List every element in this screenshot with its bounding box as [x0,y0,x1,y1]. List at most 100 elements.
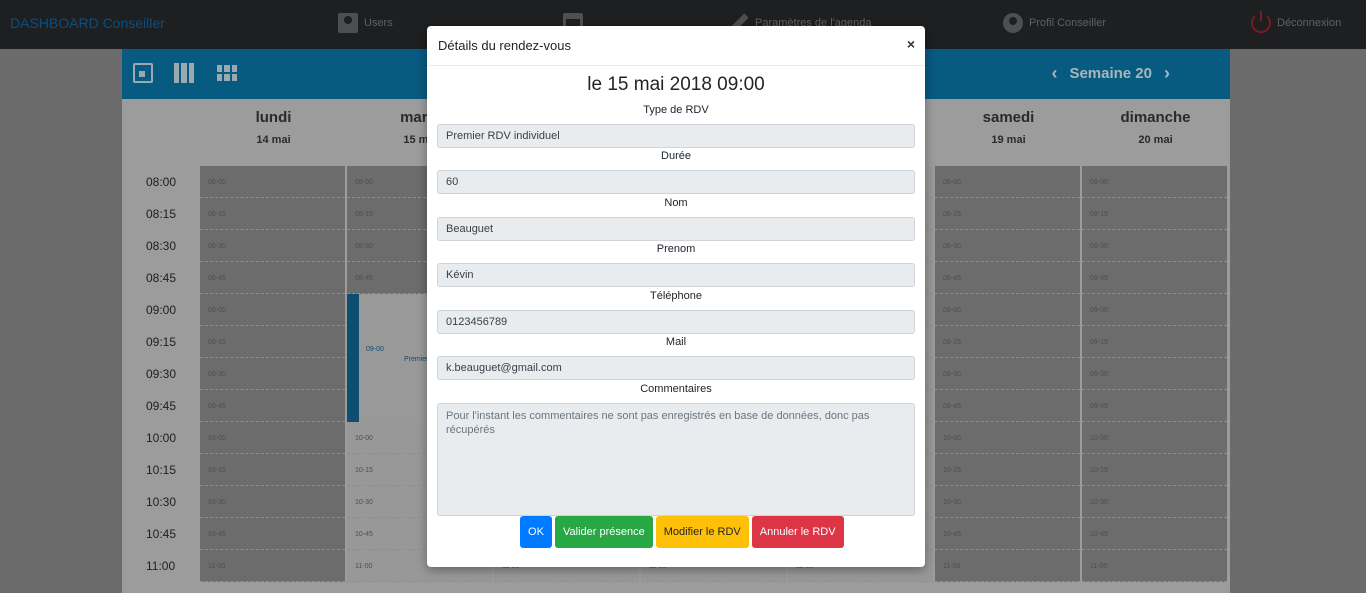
time-slot[interactable]: 09-45 [1082,390,1227,422]
type-field[interactable]: Premier RDV individuel [437,124,915,148]
time-slot[interactable]: 08-00 [1082,166,1227,198]
time-slot[interactable]: 10-00 [200,422,345,454]
time-slot[interactable]: 10-15 [935,454,1080,486]
time-slot[interactable]: 08-30 [935,230,1080,262]
time-slot[interactable]: 10-45 [1082,518,1227,550]
mail-label: Mail [665,336,687,348]
time-slot[interactable]: 08-00 [935,166,1080,198]
duration-field[interactable]: 60 [437,170,915,194]
firstname-field[interactable]: Kévin [437,263,915,287]
phone-label: Téléphone [650,290,702,302]
mail-field[interactable]: k.beauguet@gmail.com [437,356,915,380]
comments-textarea[interactable]: Pour l'instant les commentaires ne sont … [437,403,915,516]
chevron-left-icon[interactable]: ‹ [1051,63,1057,84]
time-slot[interactable]: 10-15 [1082,454,1227,486]
day-column: 08-0008-1508-3008-4509-0009-1509-3009-45… [200,166,345,593]
time-slot[interactable]: 09-15 [1082,326,1227,358]
day-date: 14 mai [256,134,291,146]
time-slot[interactable]: 08-30 [1082,230,1227,262]
phone-field[interactable]: 0123456789 [437,310,915,334]
chevron-right-icon[interactable]: › [1164,63,1170,84]
validate-presence-button[interactable]: Valider présence [555,516,653,548]
cancel-appointment-button[interactable]: Annuler le RDV [751,516,844,548]
close-icon[interactable]: × [907,36,915,52]
firstname-label: Prenom [656,243,696,255]
lastname-label: Nom [664,197,688,209]
time-label: 08:45 [146,271,177,285]
time-slot[interactable]: 11-00 [1082,550,1227,582]
time-slot[interactable]: 09-15 [200,326,345,358]
time-slot[interactable]: 10-00 [935,422,1080,454]
modify-appointment-button[interactable]: Modifier le RDV [655,516,749,548]
time-slot[interactable]: 10-00 [1082,422,1227,454]
time-slot[interactable]: 10-30 [935,486,1080,518]
type-label: Type de RDV [643,104,709,116]
time-slot[interactable]: 09-30 [200,358,345,390]
duration-label: Durée [661,150,691,162]
comments-label: Commentaires [640,383,712,395]
day-name: lundi [255,109,292,126]
ok-button[interactable]: OK [520,516,552,548]
time-slot[interactable]: 10-30 [200,486,345,518]
modal-title: Détails du rendez-vous [438,38,571,53]
day-name: samedi [982,109,1035,126]
month-view-icon[interactable] [217,63,237,83]
time-label: 08:15 [146,207,177,221]
day-column: 08-0008-1508-3008-4509-0009-1509-3009-45… [1082,166,1227,593]
day-date: 20 mai [1138,134,1173,146]
time-slot[interactable]: 11-00 [935,550,1080,582]
time-slot[interactable]: 08-15 [200,198,345,230]
time-column: 08:00 08:15 08:30 08:45 09:00 09:15 09:30 09:45… [122,166,200,582]
time-slot[interactable]: 11-00 [200,550,345,582]
lastname-field[interactable]: Beauguet [437,217,915,241]
appointment-modal: Détails du rendez-vous × le 15 mai 2018 … [427,26,925,567]
time-slot[interactable]: 09-00 [1082,294,1227,326]
power-icon [1251,11,1271,33]
time-label: 08:30 [146,239,177,253]
time-slot[interactable]: 10-30 [1082,486,1227,518]
nav-logout-label: Déconnexion [1277,17,1342,29]
week-navigator: ‹ Semaine 20 › [1051,63,1170,84]
brand-link[interactable]: DASHBOARD Conseiller [10,15,165,31]
time-slot[interactable]: 08-15 [1082,198,1227,230]
user-icon [1003,13,1023,33]
modal-header: Détails du rendez-vous × [427,26,925,66]
time-slot[interactable]: 10-45 [935,518,1080,550]
time-label: 08:00 [146,175,177,189]
time-slot[interactable]: 09-00 [200,294,345,326]
time-label: 09:15 [146,335,177,349]
day-view-icon[interactable] [133,63,153,83]
week-view-icon[interactable] [174,63,194,83]
nav-users-label: Users [364,17,393,29]
time-slot[interactable]: 09-45 [935,390,1080,422]
appointment-date: le 15 mai 2018 09:00 [587,74,765,95]
time-slot[interactable]: 08-45 [1082,262,1227,294]
day-header: dimanche 20 mai [1082,109,1229,146]
day-column: 08-0008-1508-3008-4509-0009-1509-3009-45… [935,166,1080,593]
nav-profile[interactable]: Profil Conseiller [1003,11,1106,35]
time-label: 09:00 [146,303,177,317]
time-slot[interactable]: 08-15 [935,198,1080,230]
time-slot[interactable]: 09-15 [935,326,1080,358]
time-slot[interactable]: 09-30 [1082,358,1227,390]
time-label: 10:30 [146,495,177,509]
nav-users[interactable]: Users [338,11,393,35]
time-slot[interactable]: 10-15 [200,454,345,486]
day-name: dimanche [1120,109,1191,126]
time-slot[interactable]: 08-45 [200,262,345,294]
week-label: Semaine 20 [1069,65,1152,82]
time-slot[interactable]: 09-30 [935,358,1080,390]
time-label: 10:00 [146,431,177,445]
time-label: 09:45 [146,399,177,413]
time-slot[interactable]: 09-00 [935,294,1080,326]
time-slot[interactable]: 09-45 [200,390,345,422]
nav-profile-label: Profil Conseiller [1029,17,1107,29]
modal-actions: OK Valider présence Modifier le RDV Annu… [520,516,844,548]
time-slot[interactable]: 08-45 [935,262,1080,294]
time-slot[interactable]: 08-00 [200,166,345,198]
time-slot[interactable]: 10-45 [200,518,345,550]
time-slot[interactable]: 08-30 [200,230,345,262]
day-header: lundi 14 mai [200,109,347,146]
time-label: 09:30 [146,367,177,381]
nav-logout[interactable]: Déconnexion [1251,11,1341,35]
